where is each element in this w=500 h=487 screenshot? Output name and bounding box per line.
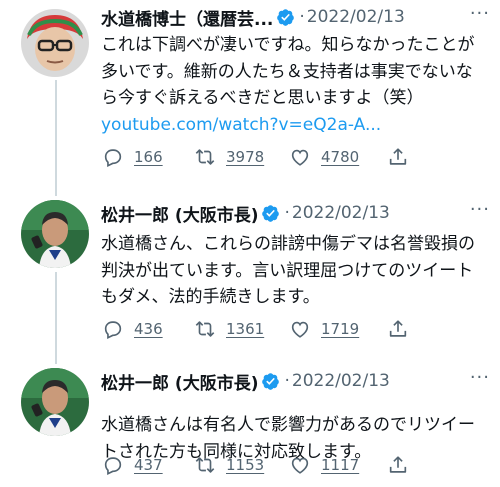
retweet-count: 1153 bbox=[226, 456, 265, 474]
retweet-icon bbox=[195, 321, 215, 337]
share-icon bbox=[389, 456, 407, 473]
tweet-actions: 436 1361 1719 bbox=[102, 316, 432, 342]
tweet-date[interactable]: · 2022/02/13 bbox=[284, 203, 389, 223]
more-icon[interactable]: ··· bbox=[470, 367, 490, 388]
tweet-date[interactable]: · 2022/02/13 bbox=[299, 7, 404, 27]
tweet-header: 松井一郎 (大阪市長) · 2022/02/13 ··· bbox=[101, 199, 490, 226]
author-name[interactable]: 松井一郎 (大阪市長) bbox=[101, 201, 258, 226]
reply-button[interactable]: 436 bbox=[102, 316, 163, 342]
tweet[interactable]: 松井一郎 (大阪市長) · 2022/02/13 ··· 水道橋さん、これらの誹謗… bbox=[0, 186, 500, 354]
retweet-icon bbox=[195, 149, 215, 165]
share-icon bbox=[389, 320, 407, 337]
share-button[interactable] bbox=[387, 452, 409, 478]
thread-line bbox=[55, 186, 57, 196]
share-icon bbox=[389, 148, 407, 165]
retweet-count: 3978 bbox=[226, 148, 265, 166]
like-button[interactable]: 1117 bbox=[289, 452, 359, 478]
like-button[interactable]: 1719 bbox=[289, 316, 359, 342]
reply-icon bbox=[104, 149, 122, 168]
retweet-count: 1361 bbox=[226, 320, 265, 338]
like-count: 1719 bbox=[321, 320, 360, 338]
tweet-text-content: 水道橋さん、これらの誹謗中傷デマは名誉毀損の判決が出ています。言い訳理屈つけての… bbox=[101, 234, 475, 308]
avatar[interactable] bbox=[21, 9, 89, 77]
more-icon[interactable]: ··· bbox=[470, 3, 490, 24]
retweet-button[interactable]: 1153 bbox=[194, 452, 264, 478]
tweet-header: 水道橋博士（還暦芸... · 2022/02/13 ··· bbox=[101, 3, 490, 30]
reply-icon bbox=[104, 457, 122, 476]
tweet-text: これは下調べが凄いですね。知らなかったことが多いです。維新の人たち＆支持者は事実… bbox=[101, 32, 481, 139]
more-icon[interactable]: ··· bbox=[470, 199, 490, 220]
thread-line bbox=[55, 80, 57, 186]
retweet-button[interactable]: 3978 bbox=[194, 144, 264, 170]
tweet-actions: 437 1153 1117 bbox=[102, 452, 432, 478]
avatar[interactable] bbox=[21, 200, 89, 268]
tweet-link[interactable]: youtube.com/watch?v=eQ2a-A... bbox=[101, 115, 381, 135]
share-button[interactable] bbox=[387, 316, 409, 342]
avatar[interactable] bbox=[21, 368, 89, 436]
verified-badge-icon bbox=[262, 204, 280, 222]
tweet-text-content: これは下調べが凄いですね。知らなかったことが多いです。維新の人たち＆支持者は事実… bbox=[101, 35, 475, 109]
share-button[interactable] bbox=[387, 144, 409, 170]
reply-count: 436 bbox=[134, 320, 163, 338]
reply-icon bbox=[104, 321, 122, 340]
tweet-header: 松井一郎 (大阪市長) · 2022/02/13 ··· bbox=[101, 367, 490, 394]
author-name[interactable]: 水道橋博士（還暦芸... bbox=[101, 5, 273, 30]
reply-count: 437 bbox=[134, 456, 163, 474]
reply-button[interactable]: 437 bbox=[102, 452, 163, 478]
heart-icon bbox=[291, 149, 309, 166]
verified-badge-icon bbox=[262, 372, 280, 390]
tweet[interactable]: 松井一郎 (大阪市長) · 2022/02/13 ··· 水道橋さんは有名人で影響… bbox=[0, 354, 500, 487]
like-count: 1117 bbox=[321, 456, 360, 474]
tweet[interactable]: 水道橋博士（還暦芸... · 2022/02/13 ··· これは下調べが凄いです… bbox=[0, 0, 500, 186]
retweet-icon bbox=[195, 457, 215, 473]
like-button[interactable]: 4780 bbox=[289, 144, 359, 170]
retweet-button[interactable]: 1361 bbox=[194, 316, 264, 342]
like-count: 4780 bbox=[321, 148, 360, 166]
verified-badge-icon bbox=[277, 8, 295, 26]
tweet-text: 水道橋さん、これらの誹謗中傷デマは名誉毀損の判決が出ています。言い訳理屈つけての… bbox=[101, 231, 481, 311]
thread-line bbox=[55, 354, 57, 364]
tweet-actions: 166 3978 4780 bbox=[102, 144, 432, 170]
reply-count: 166 bbox=[134, 148, 163, 166]
reply-button[interactable]: 166 bbox=[102, 144, 163, 170]
thread-line bbox=[55, 272, 57, 354]
tweet-date[interactable]: · 2022/02/13 bbox=[284, 371, 389, 391]
heart-icon bbox=[291, 321, 309, 338]
heart-icon bbox=[291, 457, 309, 474]
author-name[interactable]: 松井一郎 (大阪市長) bbox=[101, 369, 258, 394]
